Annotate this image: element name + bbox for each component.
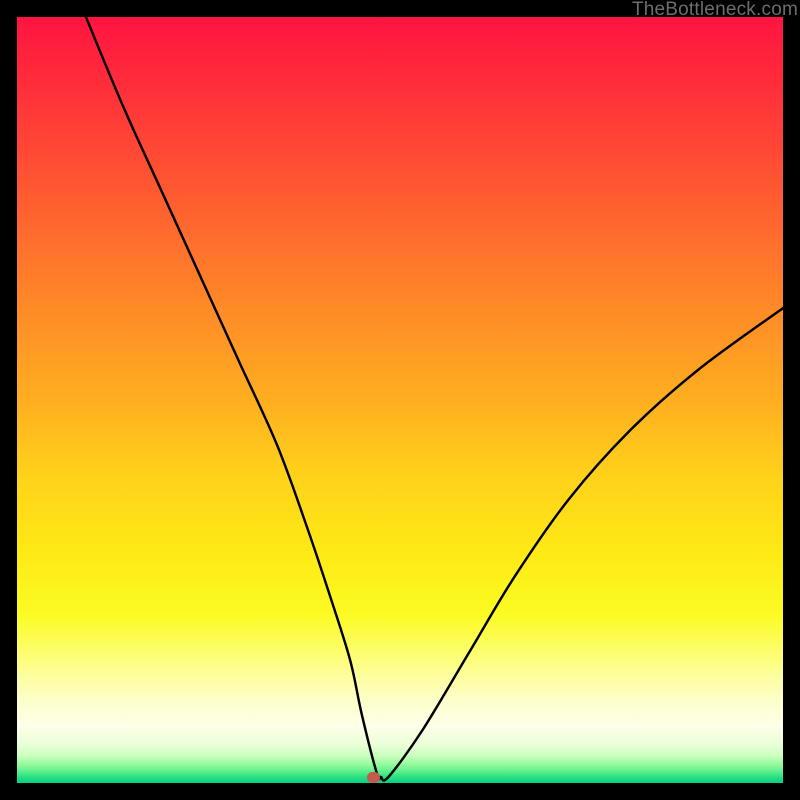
optimum-marker [367,772,380,783]
gradient-plot-area [17,17,783,783]
bottleneck-curve [17,17,783,783]
watermark-text: TheBottleneck.com [632,0,798,21]
chart-stage: TheBottleneck.com [0,0,800,800]
